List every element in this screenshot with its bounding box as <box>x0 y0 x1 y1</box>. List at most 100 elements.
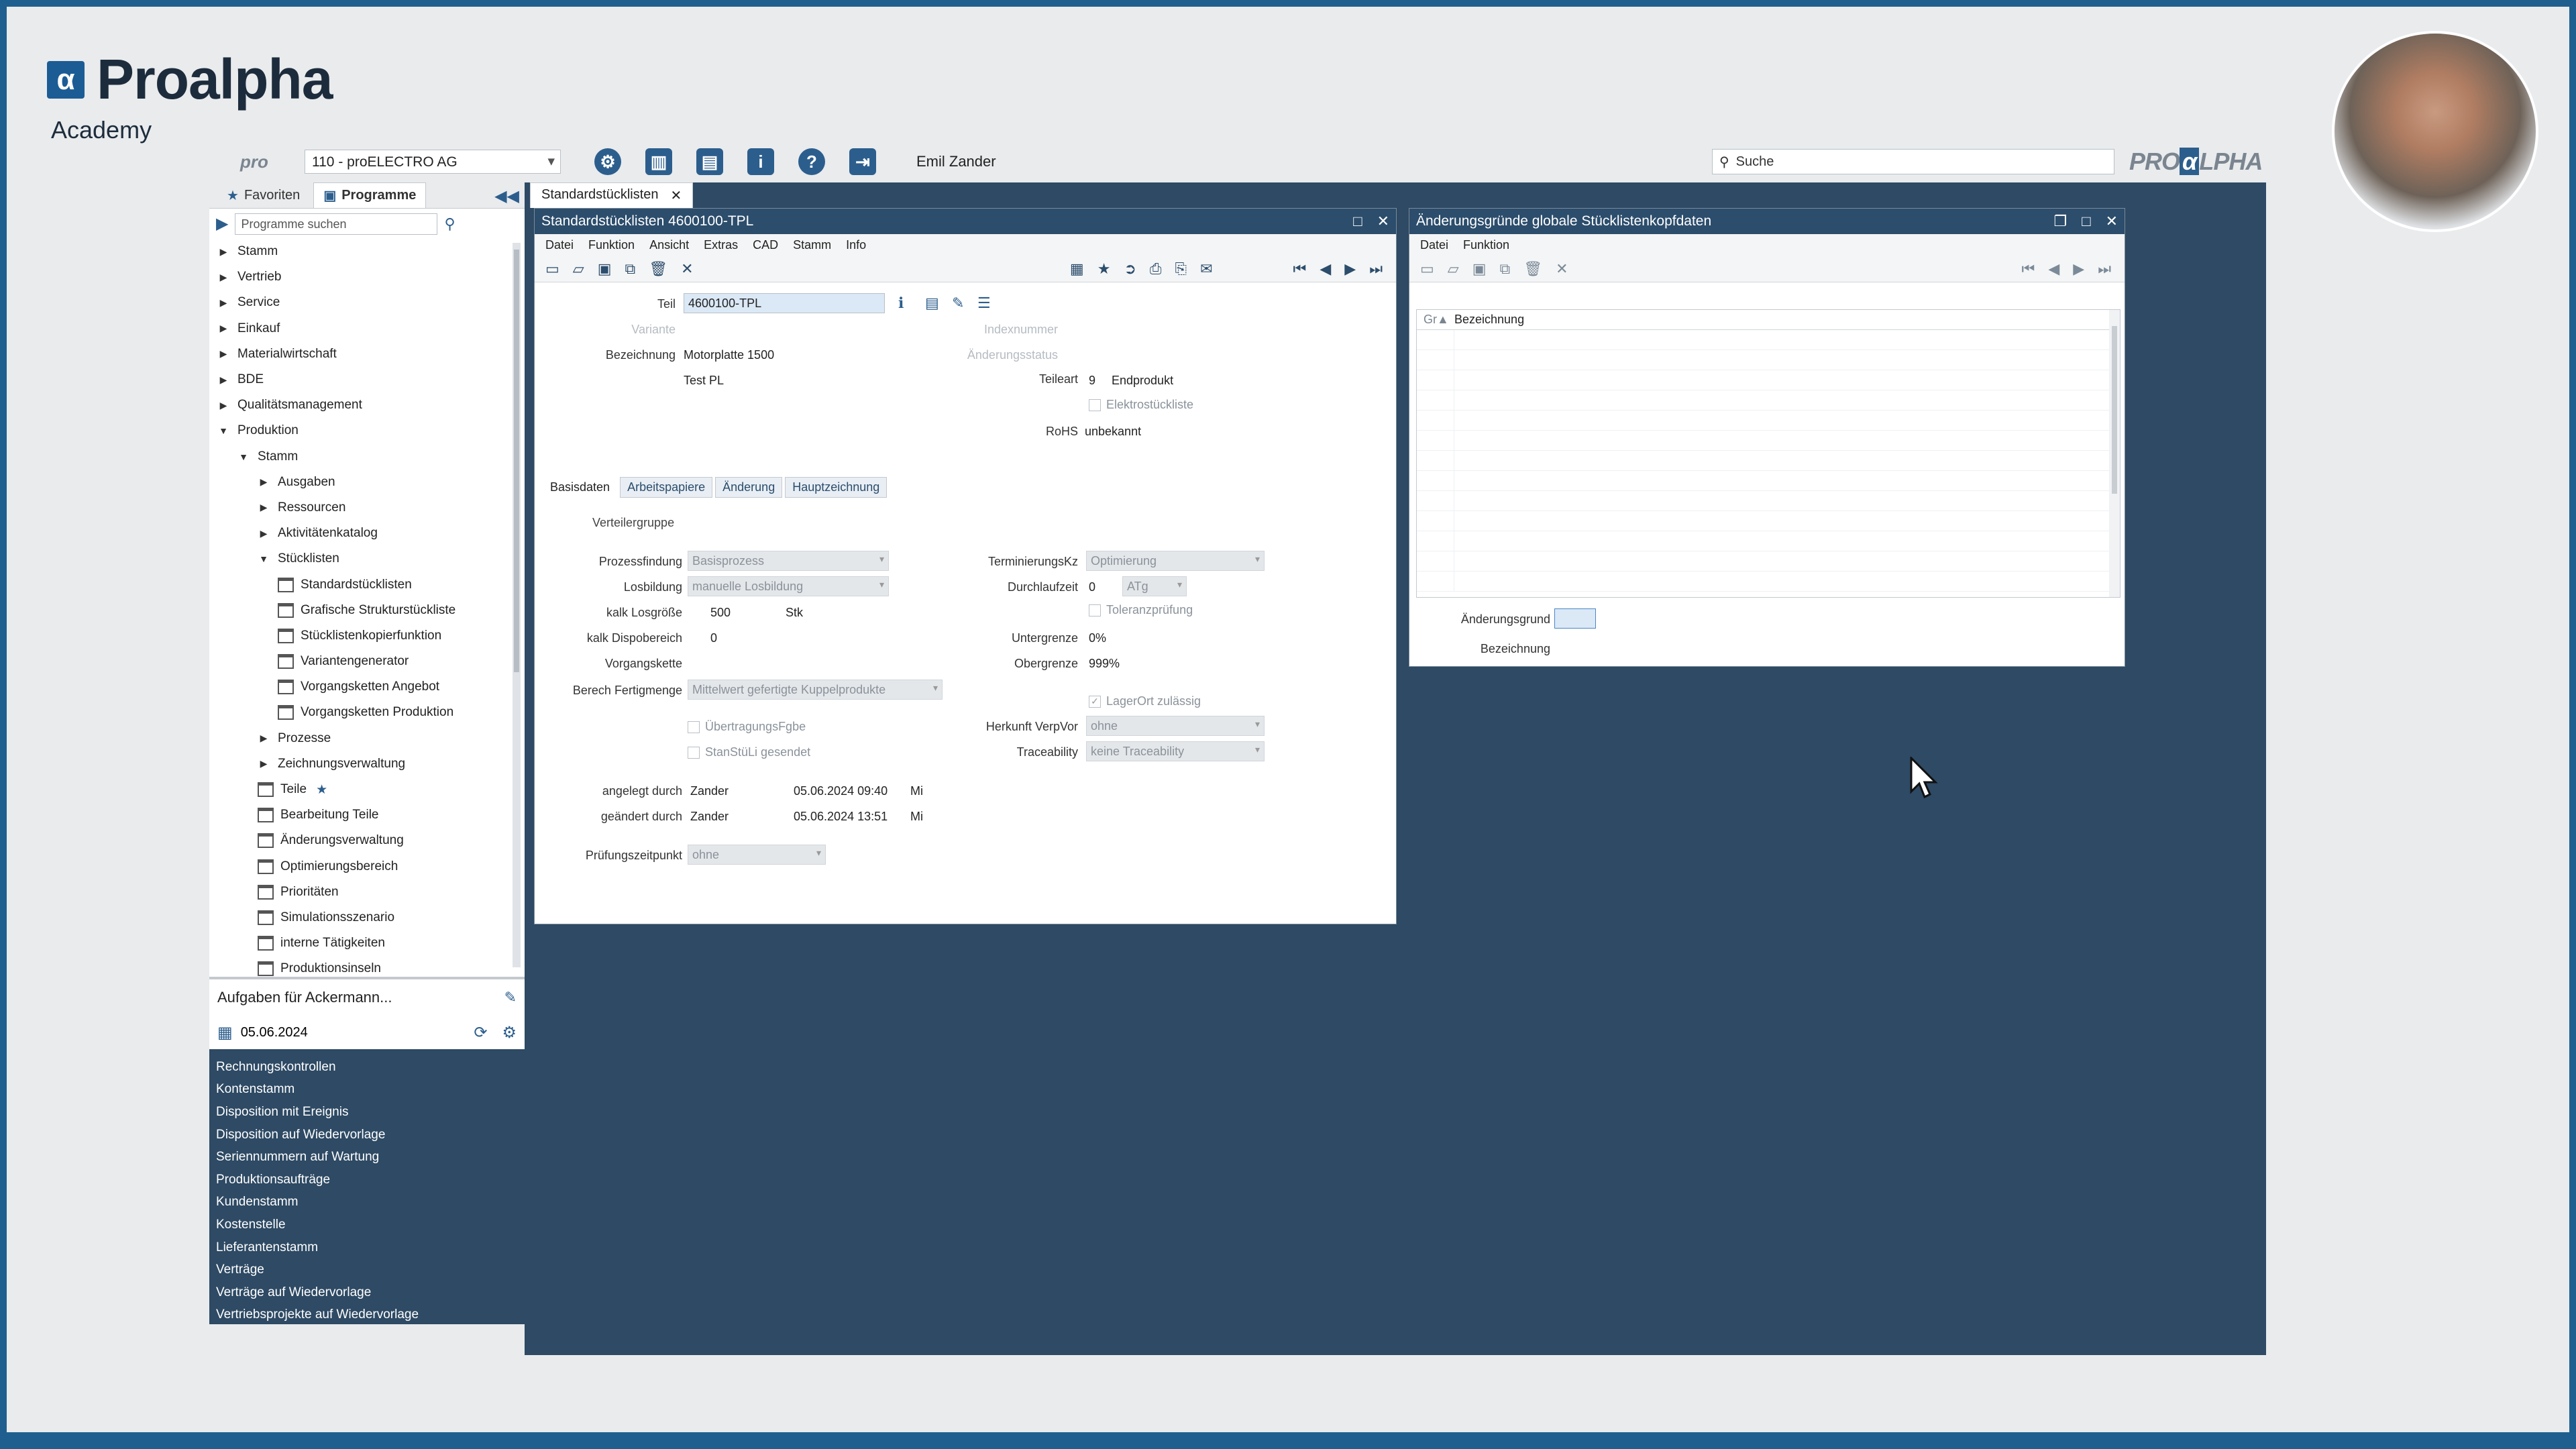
collapsed-arrow-icon[interactable]: ▶ <box>217 272 229 283</box>
open-icon[interactable]: ▱ <box>573 260 584 278</box>
terminierung-select[interactable]: Optimierung <box>1086 551 1265 571</box>
new-icon[interactable]: ▭ <box>545 260 559 278</box>
table-row[interactable] <box>1417 491 2120 511</box>
cancel-icon[interactable]: ✕ <box>681 260 693 278</box>
calendar-icon[interactable]: ▦ <box>217 1023 233 1042</box>
task-item[interactable]: Kundenstamm <box>209 1191 525 1214</box>
expanded-arrow-icon[interactable]: ▼ <box>258 553 270 564</box>
collapsed-arrow-icon[interactable]: ▶ <box>217 374 229 386</box>
task-item[interactable]: Disposition auf Wiedervorlage <box>209 1124 525 1146</box>
tree-item[interactable]: Teile ★ <box>209 777 525 802</box>
table-row[interactable] <box>1417 511 2120 531</box>
table-row[interactable] <box>1417 431 2120 451</box>
table-row[interactable] <box>1417 531 2120 551</box>
tree-item[interactable]: Variantengenerator <box>209 649 525 674</box>
forward-icon[interactable]: ➲ <box>1124 260 1136 278</box>
table-row[interactable] <box>1417 350 2120 370</box>
info-icon[interactable]: i <box>747 148 774 175</box>
tree-item[interactable]: ▶ Prozesse <box>209 726 525 751</box>
panel-toggle-icon[interactable]: ▥ <box>645 148 672 175</box>
tree-item[interactable]: Grafische Strukturstückliste <box>209 598 525 623</box>
uebertragungsfgbe-checkbox[interactable]: ÜbertragungsFgbe <box>688 720 806 734</box>
reasons-grid[interactable]: Gr▲ Bezeichnung <box>1416 309 2121 598</box>
last-record-icon[interactable]: ⏭ <box>1369 260 1383 278</box>
tree-item[interactable]: Standardstücklisten <box>209 572 525 597</box>
run-program-icon[interactable]: ▶ <box>216 214 228 233</box>
layout-icon[interactable]: ▤ <box>696 148 723 175</box>
losgroesse-value[interactable]: 500 <box>710 606 731 620</box>
form-tab[interactable]: Änderung <box>715 477 783 498</box>
settings-gear-icon[interactable]: ⚙ <box>594 148 621 175</box>
tree-item[interactable]: ▼ Stamm <box>209 444 525 470</box>
tree-item[interactable]: ▶ Vertrieb <box>209 264 525 290</box>
info-icon[interactable]: ℹ <box>898 294 904 312</box>
delete-icon[interactable]: 🗑 <box>1523 260 1542 278</box>
table-row[interactable] <box>1417 411 2120 431</box>
tree-item[interactable]: interne Tätigkeiten <box>209 930 525 956</box>
collapsed-arrow-icon[interactable]: ▶ <box>217 348 229 360</box>
menu-item[interactable]: Datei <box>1420 238 1448 252</box>
last-record-icon[interactable]: ⏭ <box>2098 260 2111 278</box>
tree-item[interactable]: ▼ Produktion <box>209 418 525 443</box>
form-tab[interactable]: Basisdaten <box>543 477 618 498</box>
traceability-select[interactable]: keine Traceability <box>1086 741 1265 761</box>
task-item[interactable]: Seriennummern auf Wartung <box>209 1146 525 1169</box>
table-row[interactable] <box>1417 572 2120 592</box>
list-document-icon[interactable]: ☰ <box>977 294 991 312</box>
tree-item[interactable]: Vorgangsketten Angebot <box>209 674 525 700</box>
task-item[interactable]: Verträge <box>209 1258 525 1281</box>
print-preview-icon[interactable]: ⎘ <box>1175 260 1187 278</box>
print-icon[interactable]: ⎙ <box>1150 260 1162 278</box>
tree-item[interactable]: ▶ Ressourcen <box>209 495 525 521</box>
form-tab[interactable]: Arbeitspapiere <box>620 477 713 498</box>
elektrostueckliste-checkbox[interactable]: Elektrostückliste <box>1089 398 1193 412</box>
collapsed-arrow-icon[interactable]: ▶ <box>217 297 229 309</box>
restore-icon[interactable]: ❐ <box>2054 213 2068 230</box>
tab-favoriten[interactable]: ★ Favoriten <box>217 183 309 208</box>
tree-item[interactable]: Simulationsszenario <box>209 905 525 930</box>
tree-item[interactable]: ▶ Stamm <box>209 239 525 264</box>
menu-item[interactable]: CAD <box>753 238 778 252</box>
cancel-icon[interactable]: ✕ <box>1556 260 1568 278</box>
table-row[interactable] <box>1417 551 2120 572</box>
document-icon[interactable]: ▤ <box>925 294 939 312</box>
next-record-icon[interactable]: ▶ <box>2073 260 2084 278</box>
collapse-panel-icon[interactable]: ◀◀ <box>494 186 519 206</box>
prozessfindung-select[interactable]: Basisprozess <box>688 551 889 571</box>
tree-item[interactable]: Prioritäten <box>209 879 525 905</box>
column-header-gr[interactable]: Gr▲ <box>1417 313 1454 327</box>
menu-item[interactable]: Ansicht <box>649 238 689 252</box>
copy-icon[interactable]: ⧉ <box>1500 260 1511 278</box>
obergrenze-value[interactable]: 999% <box>1089 657 1120 671</box>
task-item[interactable]: Verträge auf Wiedervorlage <box>209 1281 525 1304</box>
task-item[interactable]: Rechnungskontrollen <box>209 1056 525 1079</box>
pruefungszeitpunkt-select[interactable]: ohne <box>688 845 826 865</box>
favorite-icon[interactable]: ★ <box>1097 260 1111 278</box>
maximize-icon[interactable]: □ <box>1353 213 1362 230</box>
dispobereich-value[interactable]: 0 <box>710 631 717 645</box>
collapsed-arrow-icon[interactable]: ▶ <box>217 246 229 258</box>
tab-programme[interactable]: ▣ Programme <box>313 182 427 208</box>
task-item[interactable]: Lieferantenstamm <box>209 1236 525 1259</box>
tree-item[interactable]: Produktionsinseln <box>209 956 525 977</box>
column-header-bezeichnung[interactable]: Bezeichnung <box>1454 313 1524 327</box>
tree-item[interactable]: Stücklistenkopierfunktion <box>209 623 525 649</box>
menu-item[interactable]: Funktion <box>588 238 635 252</box>
table-row[interactable] <box>1417 330 2120 350</box>
maximize-icon[interactable]: □ <box>2082 213 2090 230</box>
open-icon[interactable]: ▱ <box>1448 260 1459 278</box>
menu-item[interactable]: Datei <box>545 238 574 252</box>
durchlaufzeit-value[interactable]: 0 <box>1089 580 1095 594</box>
previous-record-icon[interactable]: ◀ <box>2048 260 2059 278</box>
tree-item[interactable]: Bearbeitung Teile <box>209 802 525 828</box>
menu-item[interactable]: Stamm <box>793 238 831 252</box>
task-item[interactable]: Vertriebsprojekte auf Wiedervorlage <box>209 1304 525 1324</box>
collapsed-arrow-icon[interactable]: ▶ <box>258 733 270 744</box>
close-icon[interactable]: ✕ <box>1377 213 1389 230</box>
collapsed-arrow-icon[interactable]: ▶ <box>258 476 270 488</box>
save-icon[interactable]: ▣ <box>598 260 612 278</box>
new-icon[interactable]: ▭ <box>1420 260 1434 278</box>
menu-item[interactable]: Extras <box>704 238 738 252</box>
next-record-icon[interactable]: ▶ <box>1344 260 1356 278</box>
tree-item[interactable]: ▶ Ausgaben <box>209 470 525 495</box>
